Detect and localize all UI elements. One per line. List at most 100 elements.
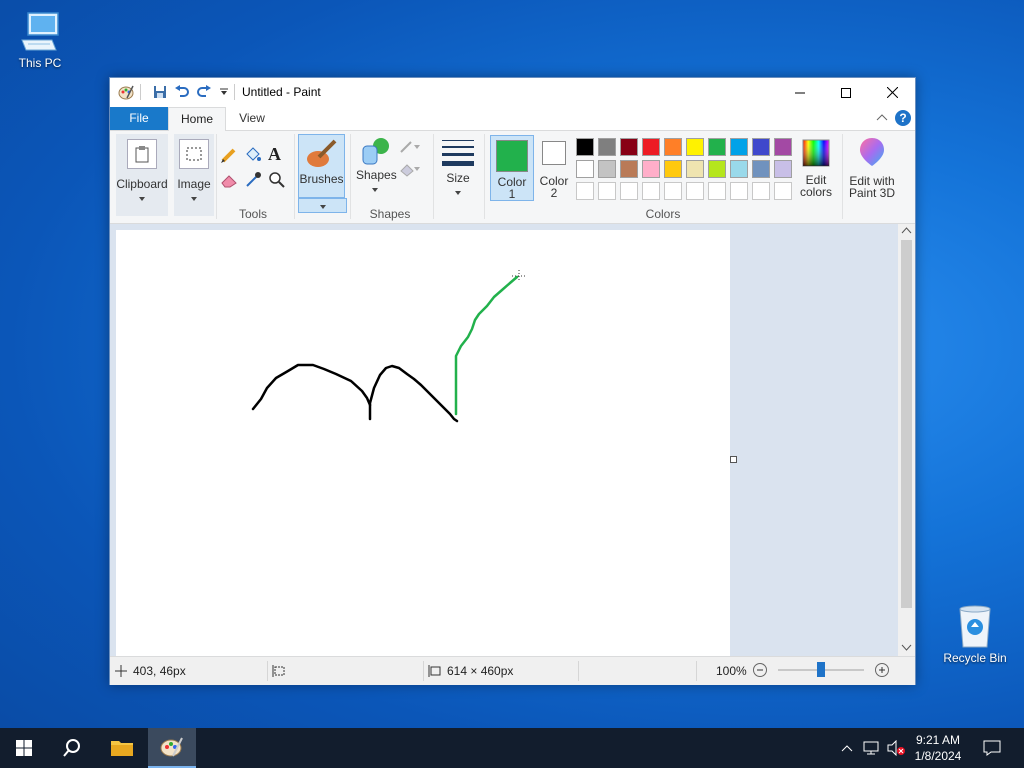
palette-swatch[interactable] (598, 138, 616, 156)
desktop-icon-recycle-bin[interactable]: Recycle Bin (935, 603, 1015, 665)
edit-with-paint3d-button[interactable]: Edit with Paint 3D (846, 134, 898, 204)
edit-colors-label-line2: colors (799, 185, 832, 199)
fill-tool[interactable] (244, 146, 262, 167)
color-picker-icon (246, 172, 261, 187)
palette-swatch[interactable] (752, 160, 770, 178)
size-button[interactable]: Size (438, 134, 478, 204)
maximize-icon (841, 87, 851, 98)
windows-logo-icon (16, 740, 32, 756)
start-button[interactable] (0, 728, 48, 768)
color1-button[interactable]: Color 1 (490, 135, 534, 201)
minus-icon (757, 669, 763, 671)
palette-swatch[interactable] (664, 138, 682, 156)
desktop-icon-label: Recycle Bin (943, 651, 1007, 665)
palette-swatch[interactable] (708, 160, 726, 178)
vertical-scrollbar[interactable] (898, 224, 915, 656)
taskbar-file-explorer[interactable] (98, 728, 146, 768)
shapes-icon (362, 138, 389, 165)
palette-swatch[interactable] (642, 138, 660, 156)
palette-custom-slot[interactable] (576, 182, 594, 200)
title-bar[interactable]: Untitled - Paint (110, 78, 915, 107)
palette-swatch[interactable] (730, 160, 748, 178)
ribbon-collapse-button[interactable] (876, 112, 888, 126)
colors-group-label: Colors (645, 207, 681, 221)
magnifier-tool[interactable] (268, 171, 286, 192)
zoom-in-button[interactable] (875, 663, 889, 677)
palette-custom-slot[interactable] (752, 182, 770, 200)
palette-swatch[interactable] (664, 160, 682, 178)
brush-icon (306, 139, 336, 167)
drawing-canvas[interactable] (116, 230, 730, 656)
palette-custom-slot[interactable] (664, 182, 682, 200)
customize-dropdown-icon[interactable] (216, 84, 232, 100)
palette-swatch[interactable] (620, 138, 638, 156)
color-picker-tool[interactable] (244, 171, 262, 192)
notification-icon (983, 740, 1001, 756)
taskbar-paint[interactable] (148, 728, 196, 768)
text-tool[interactable]: A (268, 144, 281, 165)
folder-icon (111, 741, 133, 756)
palette-swatch[interactable] (686, 138, 704, 156)
save-icon[interactable] (152, 84, 168, 100)
palette-swatch[interactable] (598, 160, 616, 178)
scrollbar-thumb[interactable] (901, 240, 912, 608)
desktop-icon-this-pc[interactable]: This PC (0, 10, 80, 70)
tab-view[interactable]: View (226, 107, 278, 130)
palette-swatch[interactable] (730, 138, 748, 156)
tab-home[interactable]: Home (168, 107, 226, 131)
close-button[interactable] (869, 78, 915, 107)
palette-swatch[interactable] (642, 160, 660, 178)
brushes-dropdown[interactable] (298, 198, 347, 213)
search-button[interactable] (48, 728, 96, 768)
palette-custom-slot[interactable] (642, 182, 660, 200)
palette-custom-slot[interactable] (730, 182, 748, 200)
help-icon[interactable]: ? (895, 110, 911, 126)
fill-shape-button[interactable] (398, 161, 422, 180)
network-button[interactable] (860, 728, 882, 768)
maximize-button[interactable] (823, 78, 869, 107)
shapes-label: Shapes (356, 168, 397, 182)
palette-custom-slot[interactable] (708, 182, 726, 200)
palette-custom-slot[interactable] (598, 182, 616, 200)
palette-swatch[interactable] (686, 160, 704, 178)
volume-button[interactable] (884, 728, 908, 768)
palette-swatch[interactable] (774, 160, 792, 178)
clipboard-button[interactable]: Clipboard (116, 134, 168, 216)
canvas-resize-handle[interactable] (730, 456, 737, 463)
color2-button[interactable]: Color 2 (534, 135, 574, 199)
show-hidden-icons-button[interactable] (838, 728, 856, 768)
clipboard-label: Clipboard (116, 177, 168, 191)
palette-custom-slot[interactable] (774, 182, 792, 200)
notifications-button[interactable] (976, 728, 1008, 768)
fill-bucket-icon (246, 147, 261, 161)
palette-swatch[interactable] (620, 160, 638, 178)
tab-file[interactable]: File (110, 107, 168, 130)
paint-app-icon[interactable] (118, 84, 134, 100)
zoom-out-button[interactable] (753, 663, 767, 677)
recycle-bin-icon (959, 605, 991, 648)
image-size-icon (428, 665, 441, 677)
redo-icon[interactable] (196, 84, 212, 100)
select-icon (186, 147, 202, 161)
palette-custom-slot[interactable] (686, 182, 704, 200)
eraser-tool[interactable] (220, 171, 238, 192)
status-bar: 403, 46px 614 × 460px 100% (110, 656, 915, 685)
undo-icon[interactable] (174, 84, 190, 100)
edit-colors-button[interactable]: Edit colors (796, 134, 836, 204)
brushes-button[interactable]: Brushes (298, 134, 345, 198)
pencil-tool[interactable] (220, 146, 238, 167)
palette-swatch[interactable] (576, 160, 594, 178)
ribbon: Clipboard Image A Tools Brushes Shapes S… (110, 131, 915, 224)
shapes-button[interactable]: Shapes (356, 134, 397, 204)
clock[interactable]: 9:21 AM 1/8/2024 (910, 732, 966, 764)
palette-swatch[interactable] (752, 138, 770, 156)
outline-button[interactable] (398, 139, 422, 158)
palette-swatch[interactable] (576, 138, 594, 156)
palette-custom-slot[interactable] (620, 182, 638, 200)
magnifier-icon (269, 172, 285, 188)
palette-swatch[interactable] (708, 138, 726, 156)
image-button[interactable]: Image (174, 134, 214, 216)
zoom-slider-thumb[interactable] (817, 662, 825, 677)
minimize-button[interactable] (777, 78, 823, 107)
palette-swatch[interactable] (774, 138, 792, 156)
